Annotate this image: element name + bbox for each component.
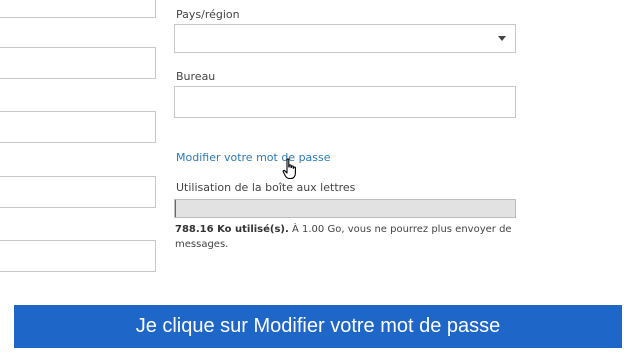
change-password-link[interactable]: Modifier votre mot de passe (176, 151, 331, 164)
office-input[interactable] (174, 86, 516, 118)
mailbox-usage-label: Utilisation de la boîte aux lettres (176, 181, 356, 194)
mailbox-usage-text: 788.16 Ko utilisé(s). À 1.00 Go, vous ne… (175, 222, 520, 252)
left-input-3[interactable] (0, 111, 156, 143)
mailbox-usage-bar (174, 199, 516, 218)
caption-banner: Je clique sur Modifier votre mot de pass… (14, 305, 622, 348)
country-select[interactable] (174, 24, 516, 53)
country-label: Pays/région (176, 8, 240, 21)
left-input-5[interactable] (0, 240, 156, 272)
office-label: Bureau (176, 70, 216, 83)
usage-amount: 788.16 Ko utilisé(s). (175, 224, 289, 235)
left-input-4[interactable] (0, 176, 156, 208)
hand-pointer-cursor-icon (282, 158, 296, 180)
chevron-down-icon (498, 36, 506, 41)
left-input-2[interactable] (0, 47, 156, 79)
left-input-1[interactable]: dacn (0, 0, 156, 18)
